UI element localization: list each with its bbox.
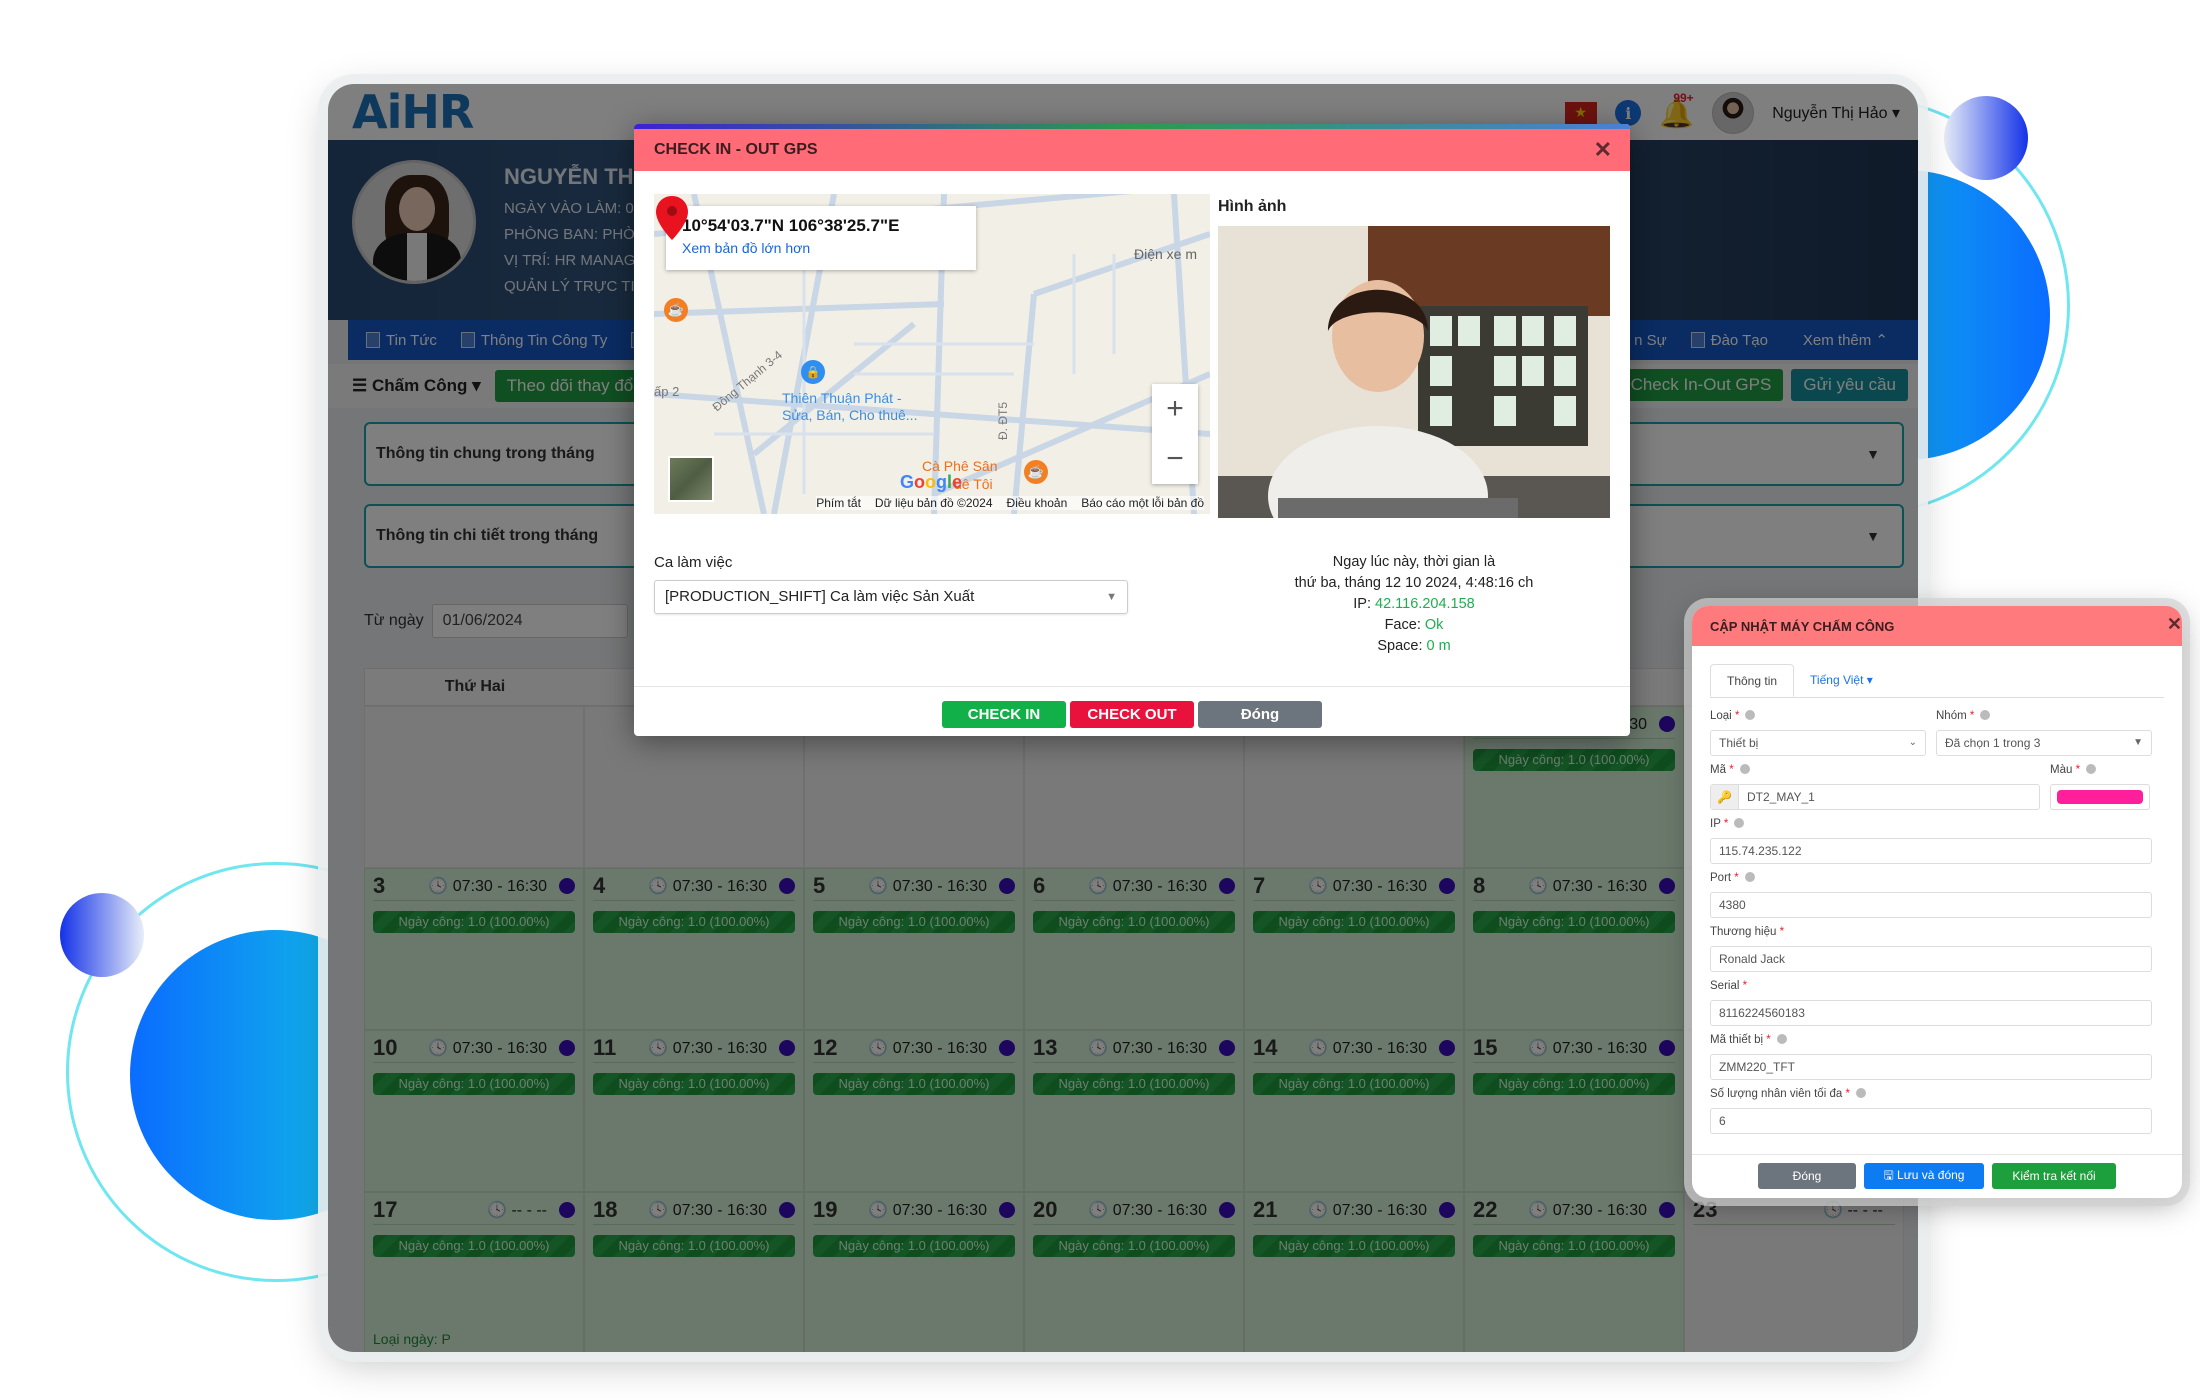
zoom-out-button[interactable]: −	[1166, 442, 1184, 476]
cafe-pin-icon: ☕	[1024, 460, 1048, 484]
map-poi-thien-thuan-phat: Thiên Thuận Phát - Sửa, Bán, Cho thuê...	[782, 390, 918, 423]
chevron-down-icon: ⌄	[1908, 737, 1917, 748]
shift-label: Ca làm việc	[654, 554, 733, 571]
map-label-road-dt5: Đ. ĐT5	[996, 401, 1011, 441]
update-timekeeper-modal: CẬP NHẬT MÁY CHẤM CÔNG ✕ Thông tin Tiếng…	[1692, 606, 2182, 1198]
max-staff-label: Số lượng nhân viên tối đa *	[1710, 1088, 1866, 1100]
map-data-credit: Dữ liệu bản đồ ©2024	[874, 496, 993, 510]
group-select[interactable]: Đã chọn 1 trong 3 ▼	[1936, 730, 2152, 756]
coordinate-text: 10°54'03.7"N 106°38'25.7"E	[682, 216, 900, 235]
stage: AiHR i 🔔99+ Nguyễn Thị Hảo ▾ NGUYỄN THỊ …	[0, 0, 2200, 1400]
map-report-link[interactable]: Báo cáo một lỗi bản đồ	[1081, 496, 1204, 510]
map-terms-link[interactable]: Điều khoản	[1007, 496, 1068, 510]
close-icon[interactable]: ✕	[1594, 137, 1612, 163]
type-label: Loại *	[1710, 710, 1756, 722]
help-icon	[2086, 764, 2097, 774]
help-icon	[1734, 818, 1745, 828]
checkin-status: Ngay lúc này, thời gian là thứ ba, tháng…	[1218, 552, 1610, 657]
device-tabs: Thông tin Tiếng Việt ▾	[1710, 664, 2164, 698]
max-staff-input[interactable]: 6	[1710, 1108, 2152, 1134]
decor-ball-left	[60, 893, 144, 977]
test-connection-button[interactable]: Kiểm tra kết nối	[1992, 1163, 2116, 1189]
cafe-pin-icon: ☕	[664, 298, 688, 322]
ip-label: IP *	[1710, 818, 1745, 830]
color-picker[interactable]	[2050, 784, 2150, 810]
close-button[interactable]: Đóng	[1198, 701, 1322, 728]
device-modal-header: CẬP NHẬT MÁY CHẤM CÔNG ✕	[1692, 606, 2182, 646]
tab-info[interactable]: Thông tin	[1710, 664, 1795, 697]
color-label: Màu *	[2050, 764, 2097, 776]
status-ip: IP: 42.116.204.158	[1353, 596, 1475, 612]
decor-ball-right	[1944, 96, 2028, 180]
check-in-button[interactable]: CHECK IN	[942, 701, 1066, 728]
save-and-close-button[interactable]: 🖫 Lưu và đóng	[1864, 1163, 1984, 1189]
modal-footer: CHECK IN CHECK OUT Đóng	[634, 686, 1630, 728]
code-input[interactable]: 🔑 DT2_MAY_1	[1710, 784, 2040, 810]
larger-map-link[interactable]: Xem bản đồ lớn hơn	[682, 240, 960, 256]
help-icon	[1855, 1088, 1866, 1098]
tab-language[interactable]: Tiếng Việt ▾	[1794, 664, 1889, 697]
help-icon	[1980, 710, 1991, 720]
serial-input[interactable]: 8116224560183	[1710, 1000, 2152, 1026]
key-icon: 🔑	[1711, 785, 1739, 809]
status-datetime: thứ ba, tháng 12 10 2024, 4:48:16 ch	[1294, 575, 1534, 591]
modal-header: CHECK IN - OUT GPS ✕	[634, 129, 1630, 171]
chevron-down-icon: ▼	[1106, 591, 1117, 603]
zoom-in-button[interactable]: +	[1166, 392, 1184, 426]
map-footer: Phím tắt Dữ liệu bản đồ ©2024 Điều khoản…	[816, 496, 1204, 510]
google-logo: Google	[900, 472, 963, 492]
map-label-road-ap: ấp 2	[654, 384, 680, 399]
chevron-down-icon: ▼	[2133, 737, 2143, 748]
check-in-out-gps-modal: CHECK IN - OUT GPS ✕ 10°54'03.7"N 106°38…	[634, 124, 1630, 736]
photo-title: Hình ảnh	[1218, 198, 1287, 215]
port-label: Port *	[1710, 872, 1755, 884]
selfie-image	[1218, 226, 1610, 518]
map-shortcuts-link[interactable]: Phím tắt	[816, 496, 861, 510]
map-label-store: Điện xe m	[1134, 246, 1198, 262]
map-zoom-control: + −	[1152, 384, 1198, 484]
status-space: Space: 0 m	[1377, 638, 1451, 654]
coordinate-box: 10°54'03.7"N 106°38'25.7"E Xem bản đồ lớ…	[666, 206, 976, 270]
serial-label: Serial *	[1710, 980, 1748, 992]
help-icon	[1745, 710, 1756, 720]
status-now-label: Ngay lúc này, thời gian là	[1332, 554, 1496, 570]
port-input[interactable]: 4380	[1710, 892, 2152, 918]
code-label: Mã *	[1710, 764, 1750, 776]
device-modal-footer: Đóng 🖫 Lưu và đóng Kiểm tra kết nối	[1692, 1154, 2182, 1189]
close-button[interactable]: Đóng	[1758, 1163, 1856, 1189]
gps-map[interactable]: 10°54'03.7"N 106°38'25.7"E Xem bản đồ lớ…	[654, 194, 1210, 514]
location-pin-icon	[656, 196, 688, 240]
device-code-label: Mã thiết bị *	[1710, 1034, 1787, 1046]
brand-label: Thương hiệu *	[1710, 926, 1785, 938]
satellite-toggle[interactable]	[668, 456, 714, 502]
color-swatch	[2057, 790, 2143, 804]
modal-title: CHECK IN - OUT GPS	[654, 141, 818, 158]
help-icon	[1744, 872, 1755, 882]
status-face: Face: Ok	[1384, 617, 1444, 633]
device-modal-title: CẬP NHẬT MÁY CHẤM CÔNG	[1710, 618, 1895, 634]
shift-select[interactable]: [PRODUCTION_SHIFT] Ca làm việc Sản Xuất …	[654, 580, 1128, 614]
help-icon	[1739, 764, 1750, 774]
ip-input[interactable]: 115.74.235.122	[1710, 838, 2152, 864]
device-code-input[interactable]: ZMM220_TFT	[1710, 1054, 2152, 1080]
help-icon	[1776, 1034, 1787, 1044]
brand-input[interactable]: Ronald Jack	[1710, 946, 2152, 972]
check-out-button[interactable]: CHECK OUT	[1070, 701, 1194, 728]
type-select[interactable]: Thiết bị ⌄	[1710, 730, 1926, 756]
close-icon[interactable]: ✕	[2167, 614, 2182, 635]
checkin-photo	[1218, 226, 1610, 518]
shop-pin-icon: 🔒	[801, 360, 825, 384]
group-label: Nhóm *	[1936, 710, 1991, 722]
